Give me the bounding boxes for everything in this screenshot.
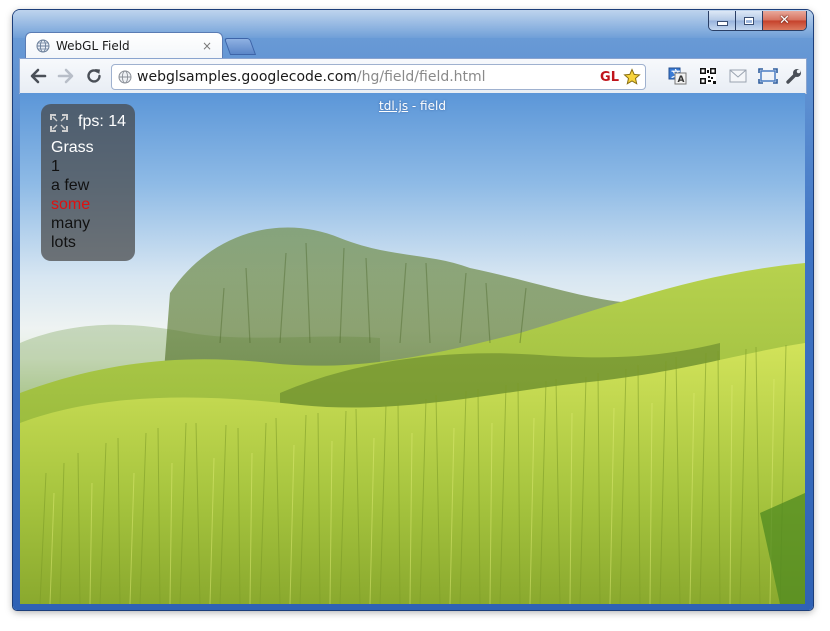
reload-icon: [87, 69, 101, 83]
page-header-link: tdl.js - field: [20, 99, 805, 113]
reload-button[interactable]: [82, 64, 106, 88]
minimize-icon: [716, 21, 728, 26]
grass-option-1[interactable]: 1: [51, 157, 94, 176]
new-tab-button[interactable]: [223, 38, 257, 55]
tab-close-icon[interactable]: ×: [200, 39, 214, 53]
minimize-button[interactable]: [709, 11, 735, 30]
svg-text:A: A: [678, 75, 685, 85]
webgl-badge[interactable]: GL: [600, 70, 619, 85]
grass-option-a-few[interactable]: a few: [51, 176, 94, 195]
url-path: /hg/field/field.html: [356, 69, 486, 85]
maximize-button[interactable]: [735, 11, 762, 30]
close-window-button[interactable]: ✕: [762, 11, 806, 30]
tdl-js-link[interactable]: tdl.js: [379, 99, 408, 113]
back-arrow-icon: [30, 68, 47, 84]
caption-buttons: ✕: [708, 11, 807, 31]
globe-icon: [36, 39, 50, 53]
fullscreen-toggle-icon[interactable]: [50, 114, 68, 132]
mail-icon[interactable]: [728, 67, 748, 85]
close-icon: ✕: [779, 13, 790, 28]
url-text[interactable]: webglsamples.googlecode.com/hg/field/fie…: [137, 69, 600, 85]
grass-menu-title: Grass: [51, 139, 94, 156]
forward-arrow-icon: [57, 68, 74, 84]
grass-option-some[interactable]: some: [51, 195, 94, 214]
qr-code-icon[interactable]: [698, 67, 718, 85]
omnibox[interactable]: webglsamples.googlecode.com/hg/field/fie…: [111, 64, 646, 90]
hud-panel: fps: 14 Grass 1 a few some many lots: [41, 104, 135, 261]
back-button[interactable]: [26, 64, 50, 88]
grass-density-menu: Grass 1 a few some many lots: [51, 138, 94, 252]
wrench-icon[interactable]: [784, 67, 804, 85]
grass-field-scene: [20, 227, 805, 604]
tab-webgl-field[interactable]: WebGL Field ×: [25, 32, 223, 59]
browser-toolbar: webglsamples.googlecode.com/hg/field/fie…: [19, 58, 807, 94]
maximize-icon: [744, 16, 754, 25]
translate-icon[interactable]: 文 A: [668, 67, 688, 85]
webgl-canvas[interactable]: tdl.js - field fps: 14 Grass 1 a few som…: [20, 93, 805, 604]
site-info-icon[interactable]: [118, 70, 132, 84]
browser-window: ✕ WebGL Field × webglsamples.googlecode.…: [13, 10, 813, 610]
page-header-suffix: - field: [408, 99, 446, 113]
fps-counter: fps: 14: [78, 113, 127, 130]
tab-title: WebGL Field: [56, 39, 130, 53]
fullscreen-icon[interactable]: [758, 67, 778, 85]
bookmark-star-icon[interactable]: [623, 68, 641, 86]
grass-option-many[interactable]: many: [51, 214, 94, 233]
url-host: webglsamples.googlecode.com: [137, 69, 357, 85]
grass-option-lots[interactable]: lots: [51, 233, 94, 252]
forward-button[interactable]: [54, 64, 78, 88]
